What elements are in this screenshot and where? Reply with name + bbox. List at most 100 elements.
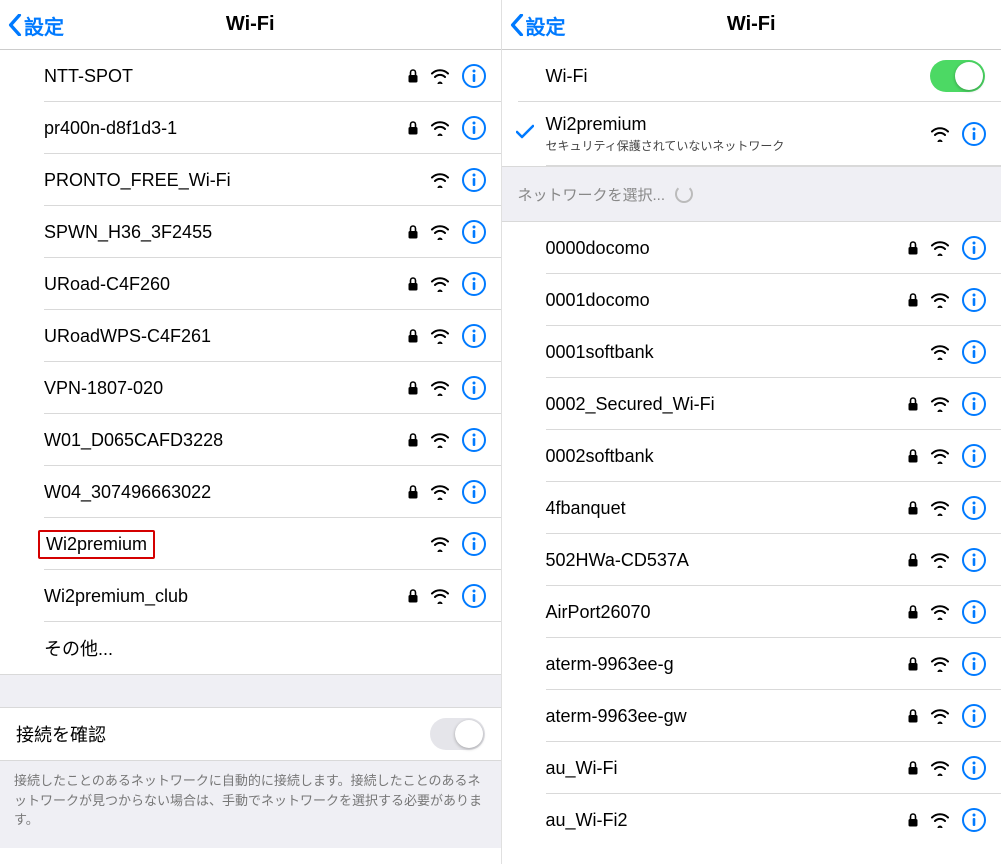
network-name: VPN-1807-020: [44, 378, 407, 399]
info-icon[interactable]: [461, 427, 487, 453]
network-name: W04_307496663022: [44, 482, 407, 503]
lock-icon: [907, 292, 919, 308]
ask-to-join-row[interactable]: 接続を確認: [0, 708, 501, 760]
info-icon[interactable]: [961, 703, 987, 729]
network-row[interactable]: 0001docomo: [502, 274, 1001, 326]
network-row[interactable]: 4fbanquet: [502, 482, 1001, 534]
wifi-icon: [430, 68, 450, 84]
info-icon[interactable]: [461, 479, 487, 505]
info-icon[interactable]: [461, 375, 487, 401]
lock-icon: [407, 484, 419, 500]
wifi-icon: [430, 120, 450, 136]
network-row[interactable]: au_Wi-Fi: [502, 742, 1001, 794]
back-label: 設定: [526, 11, 566, 40]
back-button[interactable]: 設定: [510, 0, 566, 50]
network-name: 4fbanquet: [546, 498, 908, 519]
lock-icon: [407, 224, 419, 240]
info-icon[interactable]: [461, 323, 487, 349]
info-icon[interactable]: [461, 583, 487, 609]
wifi-icon: [930, 812, 950, 828]
wifi-icon: [930, 448, 950, 464]
info-icon[interactable]: [961, 287, 987, 313]
network-name: SPWN_H36_3F2455: [44, 222, 407, 243]
network-row[interactable]: aterm-9963ee-g: [502, 638, 1001, 690]
section-break: [0, 674, 501, 708]
wifi-icon: [930, 240, 950, 256]
network-row[interactable]: 0002softbank: [502, 430, 1001, 482]
ask-to-join-label: 接続を確認: [16, 721, 430, 747]
lock-icon: [907, 656, 919, 672]
info-icon[interactable]: [961, 599, 987, 625]
network-row[interactable]: 502HWa-CD537A: [502, 534, 1001, 586]
lock-icon: [907, 760, 919, 776]
wifi-icon: [930, 656, 950, 672]
spinner-icon: [675, 185, 693, 203]
wifi-icon: [930, 604, 950, 620]
chevron-left-icon: [8, 14, 22, 36]
network-name: 0002softbank: [546, 446, 908, 467]
wifi-icon: [430, 328, 450, 344]
wifi-icon: [930, 760, 950, 776]
network-name: その他...: [44, 635, 487, 661]
info-icon[interactable]: [961, 547, 987, 573]
network-row[interactable]: pr400n-d8f1d3-1: [0, 102, 501, 154]
network-row[interactable]: NTT-SPOT: [0, 50, 501, 102]
info-icon[interactable]: [961, 339, 987, 365]
network-row[interactable]: aterm-9963ee-gw: [502, 690, 1001, 742]
connected-network-row[interactable]: Wi2premium セキュリティ保護されていないネットワーク: [502, 102, 1001, 166]
info-icon[interactable]: [461, 219, 487, 245]
wifi-icon: [930, 344, 950, 360]
lock-icon: [407, 276, 419, 292]
network-row[interactable]: au_Wi-Fi2: [502, 794, 1001, 846]
info-icon[interactable]: [961, 651, 987, 677]
wifi-icon: [430, 224, 450, 240]
wifi-toggle[interactable]: [930, 60, 985, 92]
network-name: Wi2premium_club: [44, 586, 407, 607]
network-row[interactable]: AirPort26070: [502, 586, 1001, 638]
wifi-toggle-row[interactable]: Wi-Fi: [502, 50, 1001, 102]
wifi-icon: [430, 536, 450, 552]
network-row[interactable]: 0001softbank: [502, 326, 1001, 378]
network-row[interactable]: PRONTO_FREE_Wi-Fi: [0, 154, 501, 206]
info-icon[interactable]: [961, 807, 987, 833]
info-icon[interactable]: [961, 495, 987, 521]
network-row[interactable]: URoadWPS-C4F261: [0, 310, 501, 362]
network-list: NTT-SPOT pr400n-d8f1d3-1 PRONTO_FREE_Wi-Fi…: [0, 50, 501, 674]
network-name: NTT-SPOT: [44, 66, 407, 87]
network-row[interactable]: VPN-1807-020: [0, 362, 501, 414]
info-icon[interactable]: [961, 235, 987, 261]
network-row[interactable]: SPWN_H36_3F2455: [0, 206, 501, 258]
network-row[interactable]: その他...: [0, 622, 501, 674]
network-row[interactable]: Wi2premium: [0, 518, 501, 570]
page-title: Wi-Fi: [727, 13, 776, 36]
info-icon[interactable]: [461, 63, 487, 89]
network-row[interactable]: Wi2premium_club: [0, 570, 501, 622]
info-icon[interactable]: [961, 443, 987, 469]
info-icon[interactable]: [461, 167, 487, 193]
network-name: pr400n-d8f1d3-1: [44, 118, 407, 139]
network-row[interactable]: W01_D065CAFD3228: [0, 414, 501, 466]
ask-to-join-toggle[interactable]: [430, 718, 485, 750]
back-button[interactable]: 設定: [8, 0, 64, 50]
network-name: AirPort26070: [546, 602, 908, 623]
network-name: 0000docomo: [546, 238, 908, 259]
lock-icon: [407, 380, 419, 396]
info-icon[interactable]: [461, 531, 487, 557]
info-icon[interactable]: [961, 755, 987, 781]
lock-icon: [407, 588, 419, 604]
lock-icon: [907, 552, 919, 568]
network-row[interactable]: 0002_Secured_Wi-Fi: [502, 378, 1001, 430]
choose-network-label: ネットワークを選択...: [518, 184, 666, 205]
network-row[interactable]: 0000docomo: [502, 222, 1001, 274]
network-name: aterm-9963ee-gw: [546, 706, 908, 727]
navbar: 設定 Wi-Fi: [0, 0, 501, 50]
wifi-icon: [430, 172, 450, 188]
info-icon[interactable]: [461, 115, 487, 141]
info-icon[interactable]: [961, 391, 987, 417]
wifi-icon: [430, 432, 450, 448]
network-row[interactable]: URoad-C4F260: [0, 258, 501, 310]
info-icon[interactable]: [461, 271, 487, 297]
info-icon[interactable]: [961, 121, 987, 147]
chevron-left-icon: [510, 14, 524, 36]
network-row[interactable]: W04_307496663022: [0, 466, 501, 518]
